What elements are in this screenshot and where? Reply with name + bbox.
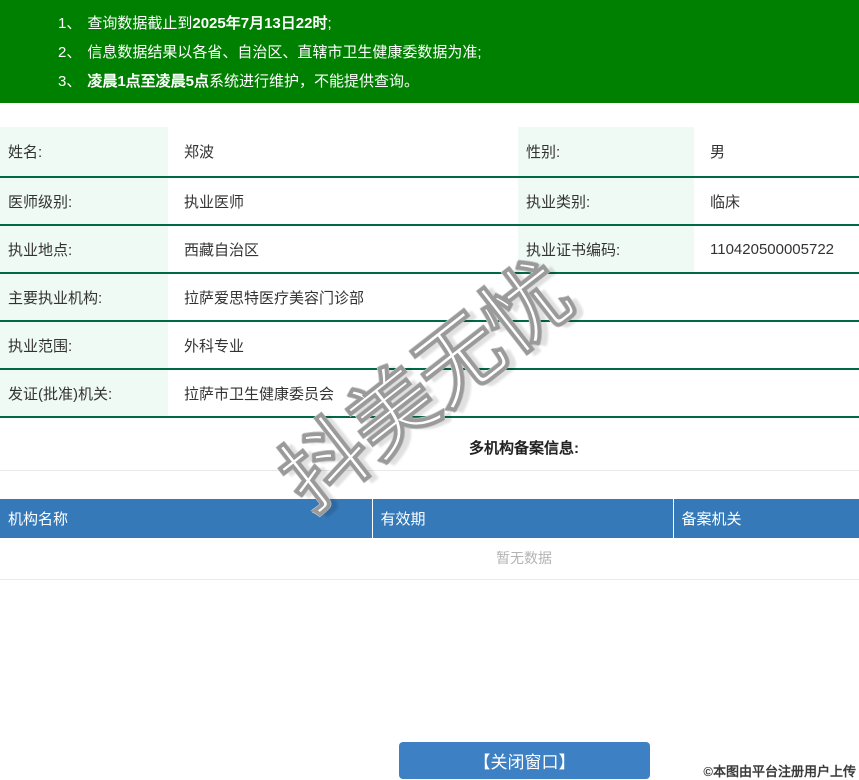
column-header-filing-authority: 备案机关 — [672, 499, 859, 538]
close-window-button[interactable]: 【关闭窗口】 — [399, 742, 650, 779]
scope-value: 外科专业 — [184, 337, 245, 355]
issuer-value: 拉萨市卫生健康委员会 — [184, 385, 335, 403]
notice-line-1: 1、 查询数据截止到2025年7月13日22时; — [58, 9, 859, 38]
cert-no-value: 110420500005722 — [710, 240, 835, 258]
category-label: 执业类别: — [518, 177, 694, 225]
doctor-info-table: 姓名: 郑波 性别: 男 医师级别: 执业医师 执业类别: 临床 执业地点: 西… — [0, 127, 859, 418]
notice-line-3: 3、 凌晨1点至凌晨5点系统进行维护，不能提供查询。 — [58, 67, 859, 96]
table-row: 执业地点: 西藏自治区 执业证书编码: 110420500005722 — [0, 225, 859, 273]
notice-text-bold: 凌晨1点至凌晨5点 — [87, 73, 210, 90]
notice-text: 信息数据结果以各省、自治区、直辖市卫生健康委数据为准; — [87, 44, 482, 61]
location-label: 执业地点: — [0, 225, 168, 273]
category-value: 临床 — [710, 193, 741, 211]
multi-org-section-title: 多机构备案信息: — [0, 418, 859, 471]
table-row: 主要执业机构: 拉萨爱思特医疗美容门诊部 — [0, 273, 859, 321]
name-label: 姓名: — [0, 127, 168, 177]
column-header-org-name: 机构名称 — [0, 499, 372, 538]
notice-line-number: 1、 — [58, 15, 82, 32]
issuer-label: 发证(批准)机关: — [0, 369, 168, 417]
multi-org-header-row: 机构名称 有效期 备案机关 — [0, 499, 859, 538]
gender-label: 性别: — [518, 127, 694, 177]
cert-no-label: 执业证书编码: — [518, 225, 694, 273]
notice-text-bold: 2025年7月13日22时 — [192, 15, 328, 32]
notice-text: 系统进行维护，不能提供查询。 — [209, 73, 420, 90]
table-row: 医师级别: 执业医师 执业类别: 临床 — [0, 177, 859, 225]
notice-text: 查询数据截止到 — [87, 15, 193, 32]
copyright-stamp: ©本图由平台注册用户上传 — [703, 764, 856, 779]
table-row: 执业范围: 外科专业 — [0, 321, 859, 369]
notice-line-2: 2、 信息数据结果以各省、自治区、直辖市卫生健康委数据为准; — [58, 38, 859, 67]
multi-org-table: 机构名称 有效期 备案机关 暂无数据 — [0, 499, 859, 580]
level-label: 医师级别: — [0, 177, 168, 225]
multi-org-empty-row: 暂无数据 — [0, 538, 859, 580]
gender-value: 男 — [710, 144, 726, 161]
main-org-value: 拉萨爱思特医疗美容门诊部 — [184, 289, 365, 307]
notice-line-number: 3、 — [58, 73, 82, 90]
location-value: 西藏自治区 — [184, 241, 260, 259]
name-value: 郑波 — [184, 144, 215, 161]
notice-banner: 1、 查询数据截止到2025年7月13日22时; 2、 信息数据结果以各省、自治区、… — [0, 0, 859, 103]
column-header-validity: 有效期 — [371, 499, 673, 538]
notice-text: ; — [327, 15, 332, 32]
doctor-info-section: 姓名: 郑波 性别: 男 医师级别: 执业医师 执业类别: 临床 执业地点: 西… — [0, 127, 859, 580]
table-row: 姓名: 郑波 性别: 男 — [0, 127, 859, 177]
table-row: 发证(批准)机关: 拉萨市卫生健康委员会 — [0, 369, 859, 417]
query-result-page: 1、 查询数据截止到2025年7月13日22时; 2、 信息数据结果以各省、自治区、… — [0, 0, 859, 780]
notice-line-number: 2、 — [58, 44, 82, 61]
main-org-label: 主要执业机构: — [0, 273, 168, 321]
empty-data-text: 暂无数据 — [0, 538, 859, 580]
level-value: 执业医师 — [184, 193, 245, 211]
scope-label: 执业范围: — [0, 321, 168, 369]
